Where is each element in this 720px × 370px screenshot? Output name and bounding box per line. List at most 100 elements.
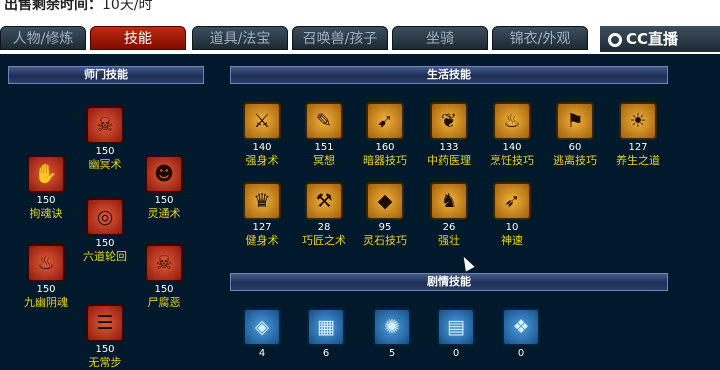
skill-level: 10 [505,222,519,233]
skill-name: 无常步 [88,356,122,369]
skill-level: 150 [154,284,174,295]
skill-shifue[interactable]: ☠ 150 尸腐恶 [132,244,196,309]
skill-name: 灵通术 [147,207,181,220]
footprint-icon: ☰ [86,304,124,342]
skill-level: 140 [252,142,272,153]
skill-level: 0 [452,348,460,359]
strong-icon: ♞ [430,182,468,220]
cooking-icon: ♨ [493,102,531,140]
skill-lingshijiqiao[interactable]: ◆ 95 灵石技巧 [353,182,417,247]
skill-youmingshu[interactable]: ☠ 150 幽冥术 [73,106,137,171]
ghost-flame-icon: ☠ [86,106,124,144]
sale-time-text: 出售剩余时间：10天/时 [4,0,153,14]
tab-pets[interactable]: 召唤兽/孩子 [292,26,388,50]
hand-seal-icon: ✋ [27,155,65,193]
skill-name: 神速 [501,234,523,247]
skill-level: 160 [375,142,395,153]
herb-icon: ❦ [430,102,468,140]
skull-icon: ☠ [145,244,183,282]
master-skills-header: 师门技能 [8,66,204,84]
skill-level: 5 [388,348,396,359]
skill-name: 拘魂诀 [29,207,63,220]
story-skill-5[interactable]: ❖ 0 [489,308,553,360]
skill-level: 6 [322,348,330,359]
tab-character[interactable]: 人物/修炼 [0,26,86,50]
skill-anqijiqiao[interactable]: ➹ 160 暗器技巧 [353,102,417,167]
ghosts-icon: ♨ [27,244,65,282]
skill-name: 强身术 [245,154,279,167]
skill-name: 养生之道 [616,154,660,167]
skill-jiuyouyinhun[interactable]: ♨ 150 九幽阴魂 [14,244,78,309]
muscle-icon: ♛ [243,182,281,220]
tab-mounts[interactable]: 坐骑 [392,26,488,50]
logo-text: CC直播 [626,30,679,48]
story-skill-2[interactable]: ▦ 6 [294,308,358,360]
top-bar: 出售剩余时间：10天/时 [0,0,720,24]
skill-name: 冥想 [313,154,335,167]
scroll-map-icon: ❖ [502,308,540,346]
tab-appearance[interactable]: 锦衣/外观 [492,26,588,50]
tab-skills[interactable]: 技能 [90,26,186,50]
skill-level: 127 [628,142,648,153]
anvil-icon: ⚒ [305,182,343,220]
sale-time-label: 出售剩余时间： [4,0,102,13]
skill-qiangshenshu[interactable]: ⚔ 140 强身术 [230,102,294,167]
story-skill-1[interactable]: ◈ 4 [230,308,294,360]
skill-mingxiang[interactable]: ✎ 151 冥想 [292,102,356,167]
skill-name: 六道轮回 [83,250,127,263]
skill-name: 暗器技巧 [363,154,407,167]
skill-level: 151 [314,142,334,153]
skill-name: 九幽阴魂 [24,296,68,309]
skill-name: 巧匠之术 [302,234,346,247]
skill-level: 150 [36,284,56,295]
skill-name: 逃离技巧 [553,154,597,167]
body-icon: ⚔ [243,102,281,140]
skill-zhongyaoyili[interactable]: ❦ 133 中药医理 [417,102,481,167]
speed-icon: ➶ [493,182,531,220]
skill-lingtongshu[interactable]: ☻ 150 灵通术 [132,155,196,220]
skill-taolijiqiao[interactable]: ⚑ 60 逃离技巧 [543,102,607,167]
skill-liudaolunhui[interactable]: ◎ 150 六道轮回 [73,198,137,263]
skill-level: 60 [568,142,582,153]
skill-level: 127 [252,222,272,233]
skill-level: 150 [95,238,115,249]
skill-level: 133 [439,142,459,153]
skill-name: 中药医理 [427,154,471,167]
sun-icon: ☀ [619,102,657,140]
dart-icon: ➹ [366,102,404,140]
skill-shensu[interactable]: ➶ 10 神速 [480,182,544,247]
tab-items[interactable]: 道具/法宝 [192,26,288,50]
skills-panel: 师门技能 生活技能 剧情技能 ☠ 150 幽冥术 ✋ 150 拘魂诀 ☻ 150… [0,54,720,370]
cc-live-logo: CC直播 [600,26,720,52]
skill-wuchangbu[interactable]: ☰ 150 无常步 [73,304,137,369]
skill-level: 4 [258,348,266,359]
skill-juhunjue[interactable]: ✋ 150 拘魂诀 [14,155,78,220]
skill-level: 150 [95,344,115,355]
skill-level: 95 [378,222,392,233]
ape-face-icon: ☻ [145,155,183,193]
story-skills-header: 剧情技能 [230,273,668,291]
skill-yangshengzhidao[interactable]: ☀ 127 养生之道 [606,102,670,167]
skill-pengrenjiqiao[interactable]: ♨ 140 烹饪技巧 [480,102,544,167]
skill-level: 150 [36,195,56,206]
skill-level: 140 [502,142,522,153]
cc-ring-icon [608,32,622,47]
box-icon: ▤ [437,308,475,346]
story-skill-3[interactable]: ✺ 5 [360,308,424,360]
escape-icon: ⚑ [556,102,594,140]
skill-qiaojiangzhishu[interactable]: ⚒ 28 巧匠之术 [292,182,356,247]
star-icon: ✺ [373,308,411,346]
skill-level: 150 [95,146,115,157]
scroll-icon: ✎ [305,102,343,140]
skill-qiangzhuang[interactable]: ♞ 26 强壮 [417,182,481,247]
story-skill-4[interactable]: ▤ 0 [424,308,488,360]
skill-jianshenshu[interactable]: ♛ 127 健身术 [230,182,294,247]
skill-level: 26 [442,222,456,233]
skill-level: 28 [317,222,331,233]
skill-level: 0 [517,348,525,359]
wheel-icon: ◎ [86,198,124,236]
skill-name: 烹饪技巧 [490,154,534,167]
skill-name: 幽冥术 [88,158,122,171]
skill-name: 尸腐恶 [147,296,181,309]
life-skills-header: 生活技能 [230,66,668,84]
